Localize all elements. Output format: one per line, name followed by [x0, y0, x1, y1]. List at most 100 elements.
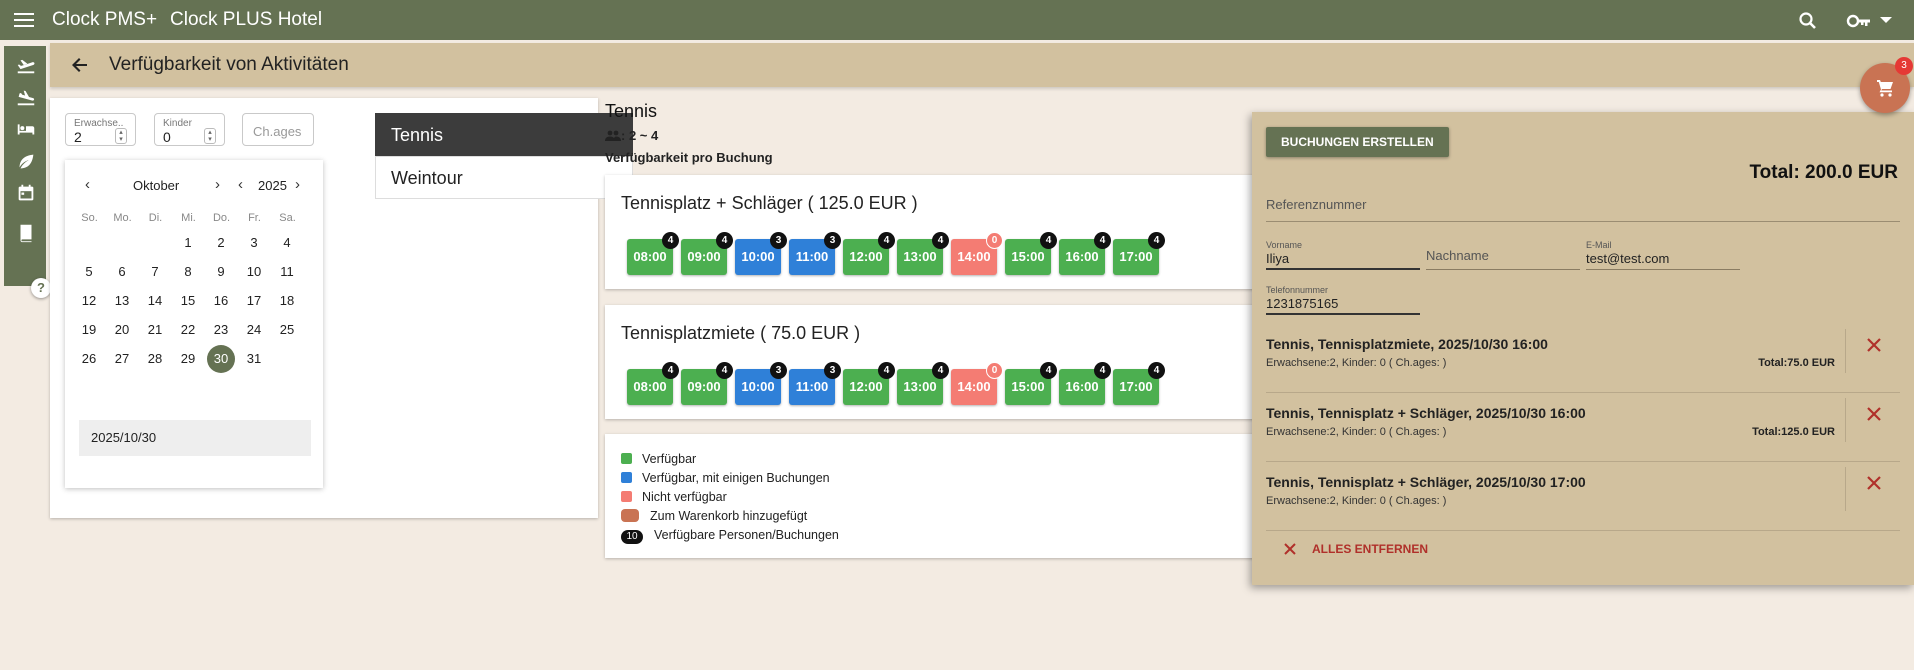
lastname-field[interactable]: Nachname — [1426, 240, 1580, 270]
calendar-day[interactable]: 22 — [174, 316, 202, 344]
time-slot-button[interactable]: 08:00 4 — [627, 362, 679, 405]
time-slot-button[interactable]: 12:00 4 — [843, 232, 895, 275]
time-slot-button[interactable]: 12:00 4 — [843, 362, 895, 405]
close-icon[interactable] — [1864, 404, 1884, 424]
ch-ages-field[interactable]: Ch.ages — [242, 113, 314, 146]
close-icon[interactable] — [1864, 335, 1884, 355]
help-icon[interactable]: ? — [31, 278, 51, 298]
back-arrow-icon[interactable] — [70, 55, 90, 75]
next-month-icon[interactable]: › — [215, 176, 220, 193]
reference-input[interactable]: Referenznummer — [1266, 192, 1900, 222]
calendar-day[interactable]: 31 — [240, 345, 268, 373]
email-field[interactable]: E-Mail test@test.com — [1586, 240, 1740, 270]
availability-badge: 3 — [770, 362, 787, 379]
availability-badge: 4 — [1094, 232, 1111, 249]
calendar-day[interactable]: 6 — [108, 258, 136, 286]
time-slot-button[interactable]: 16:00 4 — [1059, 362, 1111, 405]
book-icon[interactable] — [15, 222, 37, 244]
menu-icon[interactable] — [14, 9, 40, 31]
children-field[interactable]: Kinder 0 ▴ ▾ — [154, 113, 225, 146]
calendar-day[interactable]: 13 — [108, 287, 136, 315]
close-icon[interactable] — [1864, 473, 1884, 493]
calendar-day[interactable]: 3 — [240, 229, 268, 257]
availability-badge: 4 — [878, 232, 895, 249]
time-slot-button[interactable]: 13:00 4 — [897, 232, 949, 275]
time-slot-label: 17:00 — [1119, 379, 1153, 394]
time-slot-button[interactable]: 17:00 4 — [1113, 232, 1165, 275]
next-year-icon[interactable]: › — [295, 176, 300, 193]
calendar-day[interactable]: 8 — [174, 258, 202, 286]
calendar-day[interactable]: 4 — [273, 229, 301, 257]
calendar-day[interactable]: 10 — [240, 258, 268, 286]
offer-title: Tennisplatzmiete ( 75.0 EUR ) — [621, 323, 861, 343]
calendar-day[interactable]: 25 — [273, 316, 301, 344]
activity-item-weintour[interactable]: Weintour — [375, 156, 633, 199]
year-label[interactable]: 2025 — [258, 178, 287, 193]
app-name[interactable]: Clock PMS+ — [52, 9, 157, 31]
calendar-day[interactable]: 14 — [141, 287, 169, 315]
calendar-day[interactable]: 12 — [75, 287, 103, 315]
time-slot-button[interactable]: 14:00 0 — [951, 232, 1003, 275]
calendar-day[interactable]: 29 — [174, 345, 202, 373]
time-slot-button[interactable]: 15:00 4 — [1005, 362, 1057, 405]
time-slot-button[interactable]: 11:00 3 — [789, 232, 841, 275]
children-label: Kinder — [163, 118, 192, 129]
calendar-day[interactable]: 9 — [207, 258, 235, 286]
calendar-day[interactable]: 19 — [75, 316, 103, 344]
cart-button[interactable]: 3 — [1860, 57, 1913, 113]
calendar-icon[interactable] — [15, 182, 37, 204]
time-slot-button[interactable]: 14:00 0 — [951, 362, 1003, 405]
calendar-day[interactable]: 30 — [207, 345, 235, 373]
chevron-down-icon[interactable] — [1880, 17, 1892, 23]
calendar-day[interactable]: 16 — [207, 287, 235, 315]
bed-icon[interactable] — [15, 118, 37, 140]
time-slot-button[interactable]: 10:00 3 — [735, 232, 787, 275]
calendar-day[interactable]: 21 — [141, 316, 169, 344]
availability-badge: 4 — [1148, 362, 1165, 379]
key-icon[interactable] — [1846, 9, 1872, 33]
time-slot-button[interactable]: 10:00 3 — [735, 362, 787, 405]
time-slot-button[interactable]: 17:00 4 — [1113, 362, 1165, 405]
calendar-day[interactable]: 23 — [207, 316, 235, 344]
adults-stepper[interactable]: ▴ ▾ — [115, 128, 127, 144]
calendar-day[interactable]: 17 — [240, 287, 268, 315]
flight-takeoff-icon[interactable] — [15, 54, 37, 76]
calendar-day[interactable]: 28 — [141, 345, 169, 373]
time-slot-button[interactable]: 09:00 4 — [681, 362, 733, 405]
calendar-day[interactable]: 1 — [174, 229, 202, 257]
calendar-day[interactable]: 7 — [141, 258, 169, 286]
time-slot-button[interactable]: 16:00 4 — [1059, 232, 1111, 275]
weekday-header: Do. — [212, 212, 231, 224]
email-value: test@test.com — [1586, 251, 1670, 266]
search-icon[interactable] — [1796, 9, 1820, 33]
time-slot-label: 14:00 — [957, 379, 991, 394]
prev-month-icon[interactable]: ‹ — [85, 176, 90, 193]
calendar-day[interactable]: 24 — [240, 316, 268, 344]
create-bookings-button[interactable]: BUCHUNGEN ERSTELLEN — [1266, 127, 1449, 157]
selected-date-field[interactable]: 2025/10/30 — [79, 420, 311, 456]
calendar-day[interactable]: 18 — [273, 287, 301, 315]
calendar-day[interactable]: 27 — [108, 345, 136, 373]
time-slot-button[interactable]: 09:00 4 — [681, 232, 733, 275]
firstname-field[interactable]: Vorname Iliya — [1266, 240, 1420, 270]
calendar-day[interactable]: 26 — [75, 345, 103, 373]
calendar-day[interactable]: 11 — [273, 258, 301, 286]
flight-land-icon[interactable] — [15, 86, 37, 108]
time-slot-button[interactable]: 13:00 4 — [897, 362, 949, 405]
calendar-day[interactable]: 15 — [174, 287, 202, 315]
calendar-day[interactable]: 2 — [207, 229, 235, 257]
adults-field[interactable]: Erwachse.. 2 ▴ ▾ — [65, 113, 136, 146]
remove-all-button[interactable]: ALLES ENTFERNEN — [1282, 542, 1428, 556]
calendar-day[interactable]: 5 — [75, 258, 103, 286]
phone-field[interactable]: Telefonnummer 1231875165 — [1266, 285, 1420, 315]
prev-year-icon[interactable]: ‹ — [238, 176, 243, 193]
children-stepper[interactable]: ▴ ▾ — [204, 128, 216, 144]
time-slot-button[interactable]: 11:00 3 — [789, 362, 841, 405]
time-slot-button[interactable]: 15:00 4 — [1005, 232, 1057, 275]
leaf-icon[interactable] — [15, 150, 37, 172]
availability-badge: 0 — [986, 362, 1003, 379]
month-label[interactable]: Oktober — [133, 178, 179, 193]
calendar-day[interactable]: 20 — [108, 316, 136, 344]
time-slot-button[interactable]: 08:00 4 — [627, 232, 679, 275]
activity-item-tennis[interactable]: Tennis — [375, 113, 633, 156]
